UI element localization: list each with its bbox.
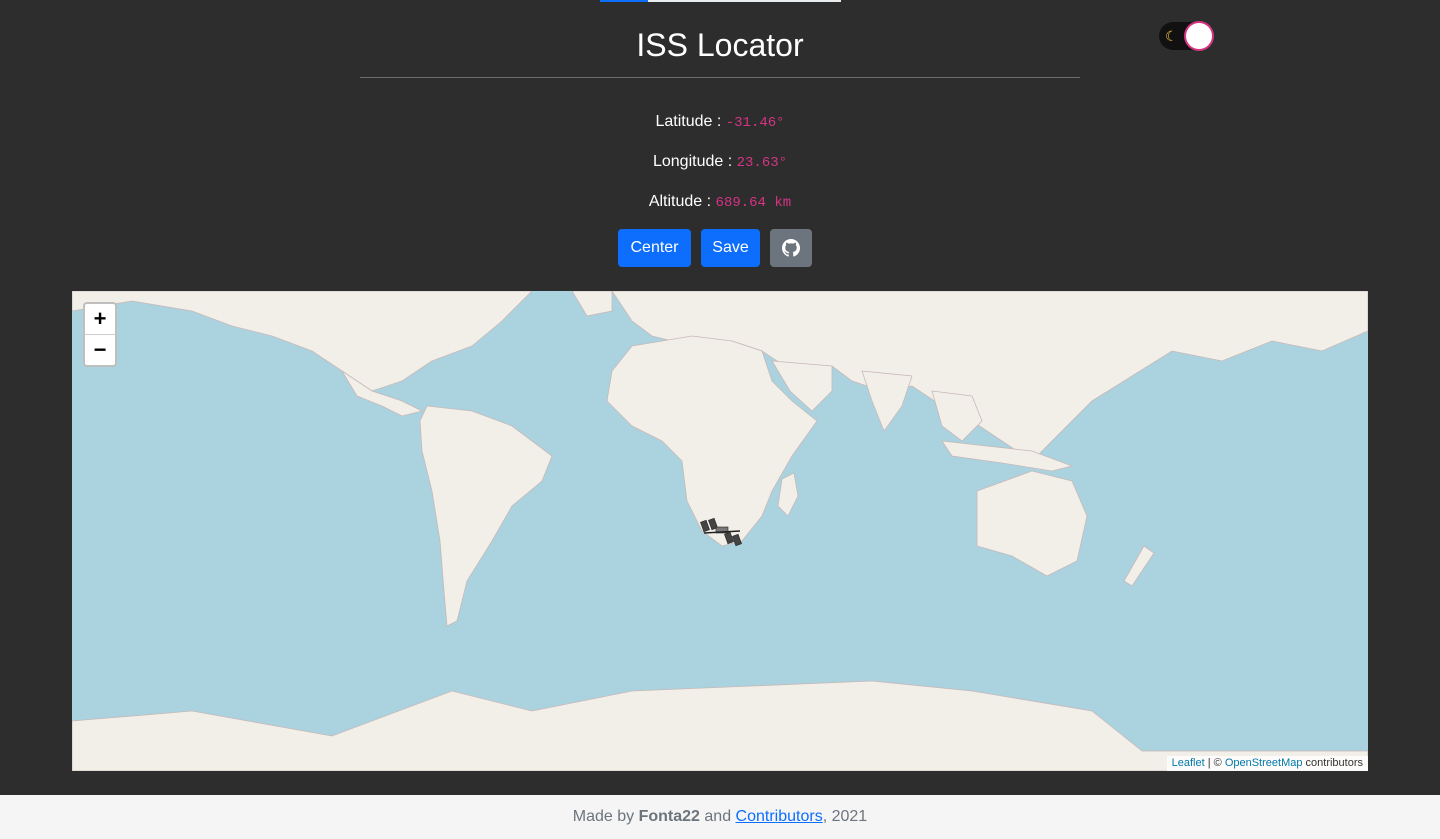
- altitude-label: Altitude :: [648, 193, 712, 210]
- zoom-out-button[interactable]: −: [85, 335, 115, 365]
- top-progress-bar: [600, 0, 841, 2]
- landmass-south-america: [419, 405, 553, 627]
- leaflet-link[interactable]: Leaflet: [1172, 757, 1205, 769]
- footer-prefix: Made by: [572, 808, 639, 825]
- zoom-in-button[interactable]: +: [85, 304, 115, 335]
- center-button[interactable]: Center: [618, 229, 691, 267]
- openstreetmap-link[interactable]: OpenStreetMap: [1225, 757, 1303, 769]
- footer: Made by Fonta22 and Contributors, 2021: [0, 795, 1440, 839]
- world-map[interactable]: + − Leaflet | © OpenStreetMap contributo…: [72, 291, 1368, 771]
- altitude-value: 689.64 km: [715, 195, 792, 211]
- footer-and: and: [699, 808, 736, 825]
- attribution-suffix: contributors: [1302, 757, 1363, 769]
- footer-year: , 2021: [822, 808, 868, 825]
- iss-icon[interactable]: [698, 517, 746, 549]
- landmass-new-zealand: [1123, 545, 1155, 587]
- footer-author: Fonta22: [638, 808, 700, 825]
- landmass-north-america: [72, 291, 533, 392]
- landmass-australia: [976, 470, 1088, 577]
- landmass-india: [861, 370, 913, 432]
- github-button[interactable]: [770, 229, 812, 267]
- zoom-control: + −: [83, 302, 117, 367]
- altitude-row: Altitude : 689.64 km: [0, 191, 1440, 214]
- github-icon: [782, 239, 800, 257]
- latitude-value: -31.46°: [725, 115, 785, 131]
- contributors-link[interactable]: Contributors: [736, 808, 823, 825]
- progress-fill: [600, 0, 649, 2]
- landmass-arctic: [571, 291, 613, 317]
- latitude-label: Latitude :: [655, 113, 722, 130]
- latitude-row: Latitude : -31.46°: [0, 111, 1440, 134]
- title-divider: [360, 77, 1080, 78]
- landmass-indonesia: [941, 440, 1074, 472]
- page-title: ISS Locator: [636, 27, 804, 63]
- longitude-row: Longitude : 23.63°: [0, 151, 1440, 174]
- save-button[interactable]: Save: [701, 229, 760, 267]
- landmass-madagascar: [777, 472, 799, 517]
- longitude-label: Longitude :: [652, 153, 733, 170]
- map-attribution: Leaflet | © OpenStreetMap contributors: [1166, 756, 1368, 771]
- longitude-value: 23.63°: [736, 155, 788, 171]
- attribution-separator: | ©: [1204, 757, 1225, 769]
